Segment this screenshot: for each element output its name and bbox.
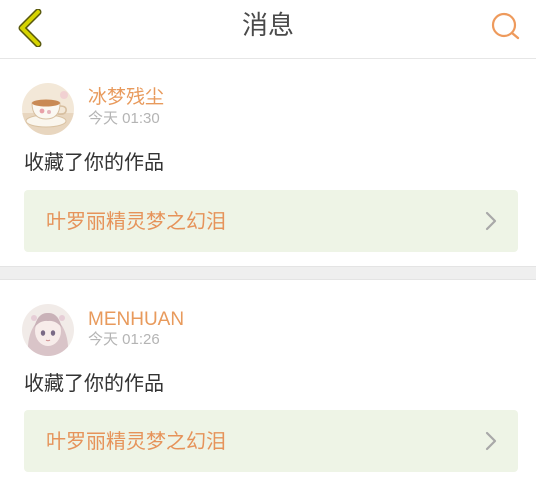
username[interactable]: MENHUAN [88,308,184,332]
work-title: 叶罗丽精灵梦之幻泪 [46,429,226,453]
username[interactable]: 冰梦残尘 [88,86,164,110]
action-text: 收藏了你的作品 [24,371,164,395]
avatar[interactable] [22,83,74,135]
teacup-avatar-icon [22,83,74,135]
search-button[interactable] [488,9,522,43]
chevron-right-icon [485,431,497,451]
work-link[interactable]: 叶罗丽精灵梦之幻泪 [24,190,518,252]
page-title: 消息 [241,11,294,41]
work-link[interactable]: 叶罗丽精灵梦之幻泪 [24,410,518,472]
notification-card: MENHUAN 今天 01:26 收藏了你的作品 叶罗丽精灵梦之幻泪 [0,280,536,486]
action-text: 收藏了你的作品 [24,150,164,174]
work-title: 叶罗丽精灵梦之幻泪 [46,209,226,233]
chevron-right-icon [485,211,497,231]
anime-girl-avatar-icon [22,304,74,356]
timestamp: 今天 01:26 [88,331,160,348]
search-icon [491,12,520,40]
section-divider [0,266,536,280]
top-nav-bar: 消息 [0,0,536,59]
notification-card: 冰梦残尘 今天 01:30 收藏了你的作品 叶罗丽精灵梦之幻泪 [0,59,536,266]
avatar[interactable] [22,304,74,356]
timestamp: 今天 01:30 [88,110,160,127]
